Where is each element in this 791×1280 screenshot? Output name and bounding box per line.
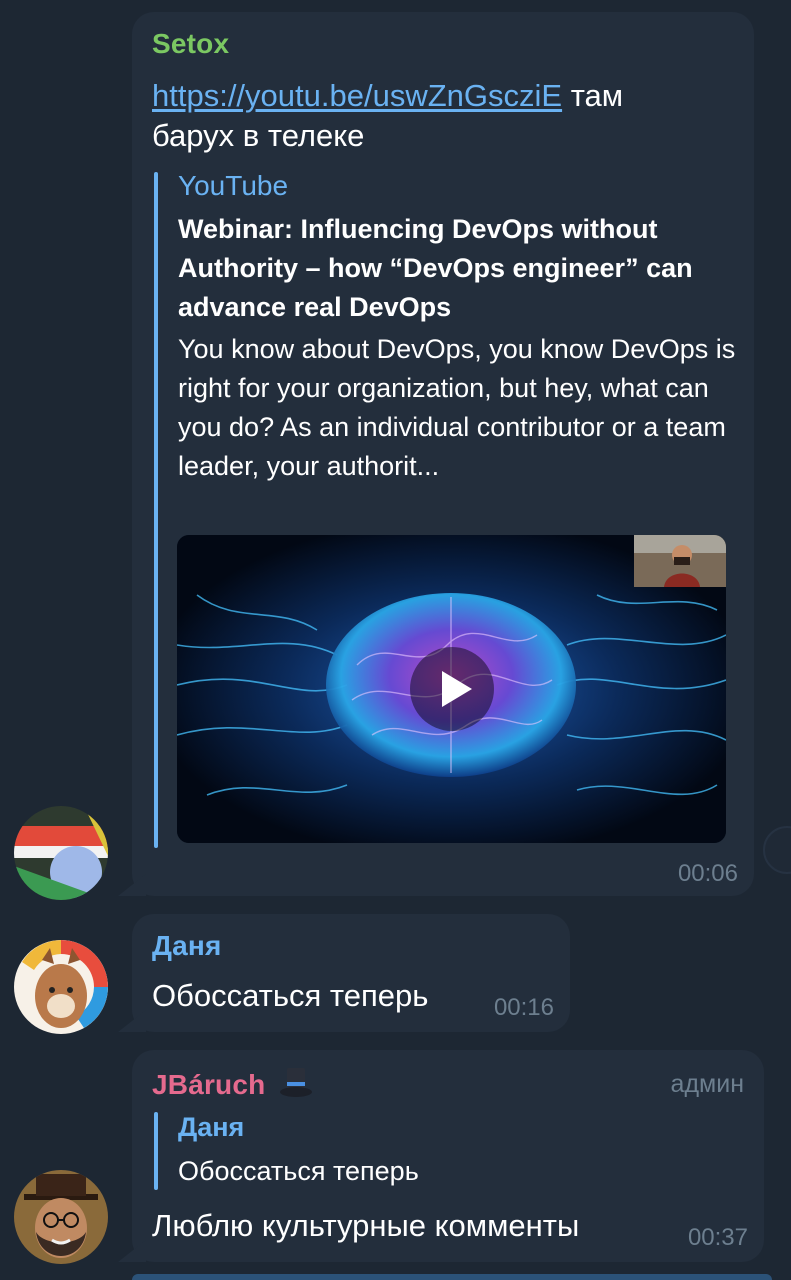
video-thumbnail[interactable] [177, 535, 726, 843]
admin-label: админ [670, 1070, 744, 1098]
message-time: 00:16 [493, 994, 554, 1021]
message-text: Люблю культурные комменты [152, 1208, 580, 1243]
message-time: 00:06 [677, 860, 738, 887]
link-preview-title[interactable]: Webinar: Influencing DevOps without Auth… [178, 210, 738, 327]
sender-name[interactable]: Даня [152, 930, 222, 962]
message-text-tail: там [562, 78, 624, 113]
message-text: https://youtu.be/uswZnGscziE там барух в… [152, 76, 742, 156]
avatar-danya[interactable] [14, 940, 108, 1034]
sender-name[interactable]: Setox [152, 28, 229, 60]
scroll-down-button[interactable] [763, 826, 791, 874]
message-bubble-setox[interactable]: Setox https://youtu.be/uswZnGscziE там б… [132, 12, 754, 896]
top-hat-icon [279, 1066, 313, 1105]
message-bubble-danya[interactable]: Даня Обоссаться теперь 00:16 [132, 914, 570, 1032]
presenter-thumbnail [634, 535, 726, 587]
message-text: Обоссаться теперь [152, 978, 429, 1013]
link-preview-description: You know about DevOps, you know DevOps i… [178, 334, 736, 481]
message-bubble-jbaruch[interactable]: JBáruch админ Даня Обоссаться теперь Люб… [132, 1050, 764, 1262]
reply-text[interactable]: Обоссаться теперь [178, 1156, 419, 1187]
reply-sender[interactable]: Даня [178, 1112, 244, 1143]
play-button[interactable] [409, 647, 494, 731]
youtube-link[interactable]: https://youtu.be/uswZnGscziE [152, 78, 562, 113]
sender-name-text: JBáruch [152, 1069, 266, 1100]
avatar-jbaruch[interactable] [14, 1170, 108, 1264]
next-message-edge [132, 1274, 772, 1280]
link-preview-bar [154, 172, 158, 848]
message-time: 00:37 [687, 1224, 748, 1251]
reply-bar [154, 1112, 158, 1190]
link-preview-site[interactable]: YouTube [178, 170, 288, 202]
sender-name[interactable]: JBáruch [152, 1066, 313, 1105]
message-text-line2: барух в телеке [152, 118, 365, 153]
avatar-setox[interactable] [14, 806, 108, 900]
